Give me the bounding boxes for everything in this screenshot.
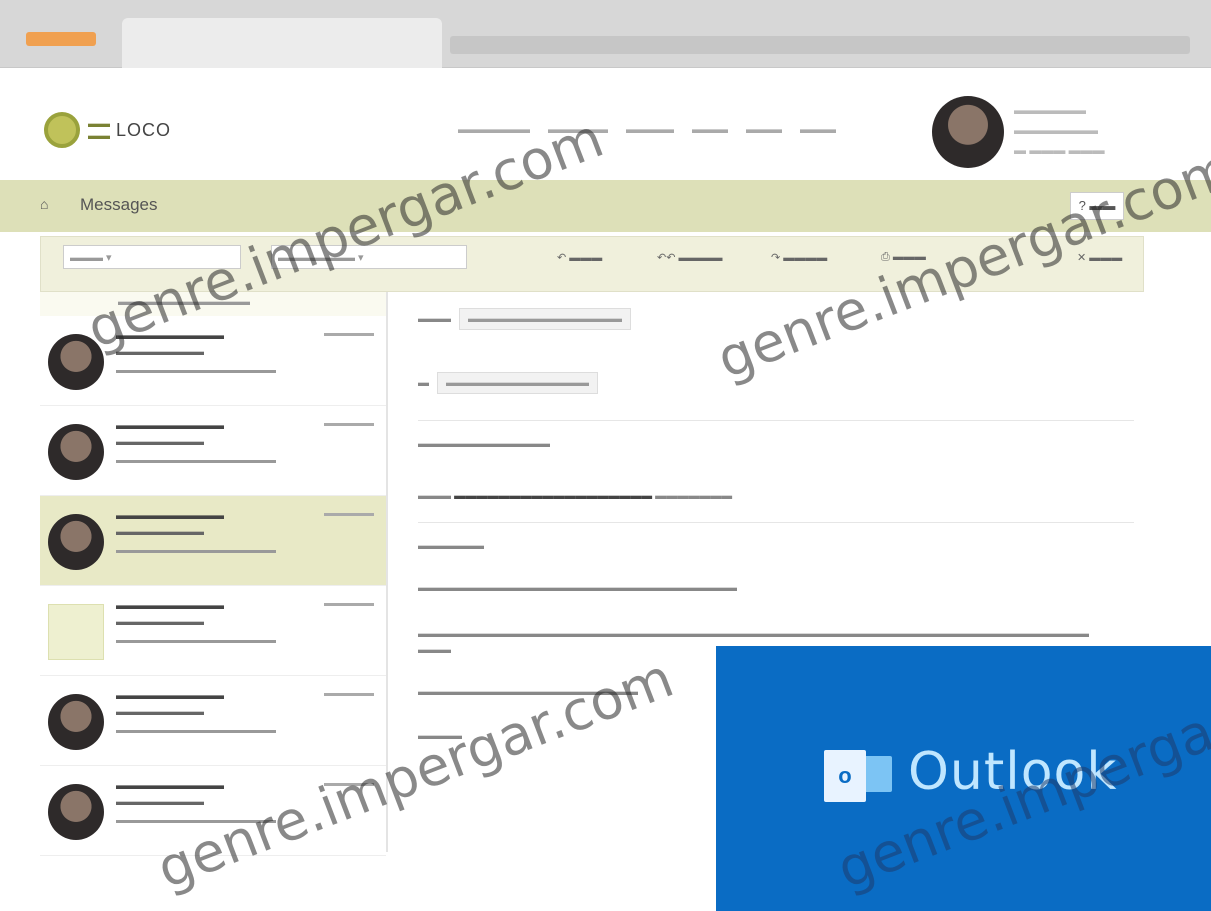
app-header: ▬▬ ▬▬ LOCO ▬▬▬▬▬▬ ▬▬▬▬▬ ▬▬▬▬ ▬▬▬ ▬▬▬ ▬▬▬ … <box>0 68 1211 180</box>
home-icon[interactable]: ⌂ <box>40 196 48 212</box>
list-item-selected[interactable]: ▬▬▬▬▬▬▬▬▬ ▬▬▬▬▬▬▬▬ ▬▬▬▬▬▬▬▬▬▬▬▬▬▬▬▬ ▬▬▬▬… <box>40 496 386 586</box>
nav-item[interactable]: ▬▬▬ <box>800 122 836 136</box>
list-item[interactable]: ▬▬▬▬▬▬▬▬▬ ▬▬▬▬▬▬▬▬ ▬▬▬▬▬▬▬▬▬▬▬▬▬▬▬▬ ▬▬▬▬… <box>40 676 386 766</box>
mail-toolbar: ▬▬▬ ▾ ▬▬▬▬▬▬▬ ▾ ↶ ▬▬▬ ↶↶ ▬▬▬▬ ↷ ▬▬▬▬ ⎙ ▬… <box>40 236 1144 292</box>
brand-logo[interactable]: ▬▬ ▬▬ LOCO <box>44 112 171 148</box>
message-time: ▬▬▬▬▬ <box>324 508 374 519</box>
browser-tab[interactable] <box>122 18 442 68</box>
sender-name: ▬▬▬▬▬▬▬▬▬ <box>116 598 224 612</box>
message-subject: ▬▬▬▬▬▬▬▬ <box>116 616 204 628</box>
message-time: ▬▬▬▬▬ <box>324 598 374 609</box>
outlook-banner: o Outlook <box>716 646 1211 911</box>
page-title-bar: ⌂ Messages ? ▬▬ <box>0 180 1211 232</box>
filter-select[interactable]: ▬▬▬▬▬▬▬ ▾ <box>271 245 467 269</box>
to-row: ▬ ▬▬▬▬▬▬▬▬▬▬▬▬▬ <box>418 372 598 394</box>
list-item[interactable]: ▬▬▬▬▬▬▬▬▬ ▬▬▬▬▬▬▬▬ ▬▬▬▬▬▬▬▬▬▬▬▬▬▬▬▬ ▬▬▬▬… <box>40 406 386 496</box>
sender-name: ▬▬▬▬▬▬▬▬▬ <box>116 508 224 522</box>
message-preview: ▬▬▬▬▬▬▬▬▬▬▬▬▬▬▬▬ <box>116 365 276 376</box>
nav-item[interactable]: ▬▬▬▬▬▬ <box>458 122 530 136</box>
message-list: ▬▬▬▬▬▬▬▬▬▬▬▬ ▬▬▬▬▬▬▬▬▬ ▬▬▬▬▬▬▬▬ ▬▬▬▬▬▬▬▬… <box>40 292 388 856</box>
delete-button[interactable]: ✕ ▬▬▬ <box>1077 251 1122 264</box>
list-item[interactable]: ▬▬▬▬▬▬▬▬▬ ▬▬▬▬▬▬▬▬ ▬▬▬▬▬▬▬▬▬▬▬▬▬▬▬▬ ▬▬▬▬… <box>40 586 386 676</box>
logo-text: LOCO <box>116 119 172 140</box>
forward-button[interactable]: ↷ ▬▬▬▬ <box>771 251 827 264</box>
message-preview: ▬▬▬▬▬▬▬▬▬▬▬▬▬▬▬▬ <box>116 725 276 736</box>
message-subject: ▬▬▬▬▬▬▬▬ <box>116 796 204 808</box>
logo-icon <box>44 112 80 148</box>
divider <box>418 522 1134 523</box>
print-button[interactable]: ⎙ ▬▬▬ <box>881 251 926 264</box>
list-header: ▬▬▬▬▬▬▬▬▬▬▬▬ <box>40 292 386 316</box>
page-title: Messages <box>80 195 158 214</box>
sender-name: ▬▬▬▬▬▬▬▬▬ <box>116 328 224 342</box>
user-info: ▬▬▬▬▬▬ ▬▬▬▬▬▬▬ ▬ ▬▬▬ ▬▬▬ <box>1014 103 1105 157</box>
message-preview: ▬▬▬▬▬▬▬▬▬▬▬▬▬▬▬▬ <box>116 545 276 556</box>
top-nav: ▬▬▬▬▬▬ ▬▬▬▬▬ ▬▬▬▬ ▬▬▬ ▬▬▬ ▬▬▬ <box>458 122 836 136</box>
message-subject: ▬▬▬▬▬▬▬▬ <box>116 346 204 358</box>
reply-button[interactable]: ↶ ▬▬▬ <box>557 251 602 264</box>
message-preview: ▬▬▬▬▬▬▬▬▬▬▬▬▬▬▬▬ <box>116 635 276 646</box>
subject-line: ▬▬▬ ▬▬▬▬▬▬▬▬▬▬▬▬▬▬▬▬▬▬ ▬▬▬▬▬▬▬ <box>418 490 733 502</box>
greeting-line: ▬▬▬▬▬▬ <box>418 540 484 552</box>
from-chip[interactable]: ▬▬▬▬▬▬▬▬▬▬▬▬▬▬ <box>459 308 631 330</box>
browser-toolbar <box>450 36 1190 54</box>
logo-mark-text: ▬▬ ▬▬ <box>88 118 110 142</box>
sender-name: ▬▬▬▬▬▬▬▬▬ <box>116 688 224 702</box>
to-chip[interactable]: ▬▬▬▬▬▬▬▬▬▬▬▬▬ <box>437 372 598 394</box>
message-time: ▬▬▬▬▬ <box>324 328 374 339</box>
reply-all-button[interactable]: ↶↶ ▬▬▬▬ <box>657 251 723 264</box>
sender-name: ▬▬▬▬▬▬▬▬▬ <box>116 418 224 432</box>
help-button[interactable]: ? ▬▬ <box>1070 192 1124 220</box>
avatar <box>48 424 104 480</box>
message-subject: ▬▬▬▬▬▬▬▬ <box>116 436 204 448</box>
folder-select[interactable]: ▬▬▬ ▾ <box>63 245 241 269</box>
nav-item[interactable]: ▬▬▬▬ <box>626 122 674 136</box>
message-subject: ▬▬▬▬▬▬▬▬ <box>116 706 204 718</box>
from-label: ▬▬▬ <box>418 313 451 325</box>
message-preview: ▬▬▬▬▬▬▬▬▬▬▬▬▬▬▬▬ <box>116 455 276 466</box>
envelope-icon <box>862 756 892 792</box>
nav-item[interactable]: ▬▬▬ <box>746 122 782 136</box>
message-subject: ▬▬▬▬▬▬▬▬ <box>116 526 204 538</box>
avatar-placeholder <box>48 604 104 660</box>
user-avatar[interactable] <box>932 96 1004 168</box>
outlook-wordmark: Outlook <box>908 742 1118 802</box>
avatar <box>48 694 104 750</box>
message-time: ▬▬▬▬▬ <box>324 418 374 429</box>
browser-button[interactable] <box>26 32 96 46</box>
avatar <box>48 784 104 840</box>
to-label: ▬ <box>418 377 429 389</box>
date-line: ▬▬▬▬▬▬▬▬▬▬▬▬ <box>418 438 550 450</box>
message-time: ▬▬▬▬▬ <box>324 688 374 699</box>
nav-item[interactable]: ▬▬▬▬▬ <box>548 122 608 136</box>
list-item[interactable]: ▬▬▬▬▬▬▬▬▬ ▬▬▬▬▬▬▬▬ ▬▬▬▬▬▬▬▬▬▬▬▬▬▬▬▬ ▬▬▬▬… <box>40 766 386 856</box>
from-row: ▬▬▬ ▬▬▬▬▬▬▬▬▬▬▬▬▬▬ <box>418 308 631 330</box>
message-time: ▬▬▬▬▬ <box>324 778 374 789</box>
divider <box>418 420 1134 421</box>
outlook-icon: o <box>824 750 866 802</box>
avatar <box>48 514 104 570</box>
body-paragraph: ▬▬▬▬▬▬▬▬▬▬▬▬▬▬▬▬▬▬▬▬▬▬▬▬▬▬▬▬▬ <box>418 582 737 594</box>
browser-chrome <box>0 0 1211 68</box>
sender-name: ▬▬▬▬▬▬▬▬▬ <box>116 778 224 792</box>
message-preview: ▬▬▬▬▬▬▬▬▬▬▬▬▬▬▬▬ <box>116 815 276 826</box>
list-item[interactable]: ▬▬▬▬▬▬▬▬▬ ▬▬▬▬▬▬▬▬ ▬▬▬▬▬▬▬▬▬▬▬▬▬▬▬▬ ▬▬▬▬… <box>40 316 386 406</box>
nav-item[interactable]: ▬▬▬ <box>692 122 728 136</box>
avatar <box>48 334 104 390</box>
